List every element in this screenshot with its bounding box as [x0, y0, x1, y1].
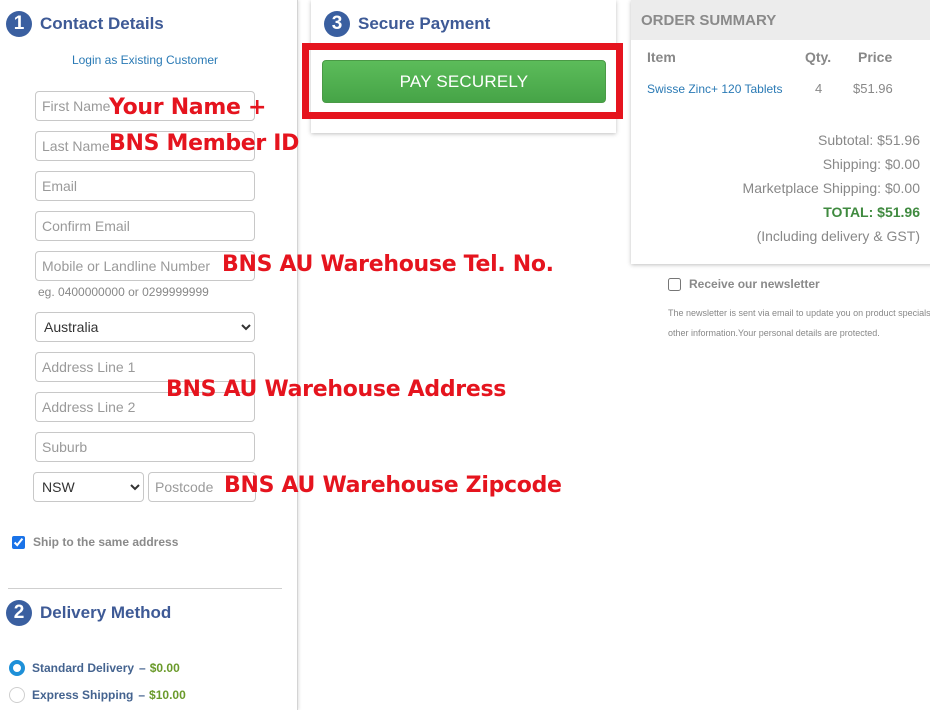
newsletter-note: The newsletter is sent via email to upda… — [668, 303, 930, 343]
delivery-option-label: Standard Delivery — [32, 661, 135, 675]
newsletter-option[interactable]: Receive our newsletter — [668, 277, 820, 291]
suburb-input[interactable] — [35, 432, 255, 462]
newsletter-note-line-2: other information.Your personal details … — [668, 328, 880, 338]
tax-note: (Including delivery & GST) — [756, 228, 920, 244]
column-header-item: Item — [647, 49, 676, 65]
contact-details-header: 1 Contact Details — [6, 11, 164, 37]
email-input[interactable] — [35, 171, 255, 201]
delivery-option-price: $10.00 — [149, 688, 186, 702]
delivery-option-label: Express Shipping — [32, 688, 134, 702]
newsletter-note-line-1: The newsletter is sent via email to upda… — [668, 308, 930, 318]
subtotal: Subtotal: $51.96 — [818, 132, 920, 148]
order-item-qty: 4 — [815, 81, 823, 96]
contact-details-title: Contact Details — [40, 14, 164, 33]
newsletter-checkbox[interactable] — [668, 277, 681, 291]
step-3-badge: 3 — [324, 11, 350, 37]
annotation-tel-no: BNS AU Warehouse Tel. No. — [222, 252, 554, 277]
order-summary-title: ORDER SUMMARY — [631, 0, 930, 40]
annotation-zipcode: BNS AU Warehouse Zipcode — [224, 473, 562, 498]
order-summary-panel: ORDER SUMMARY Item Qty. Price Swisse Zin… — [631, 0, 930, 264]
delivery-method-header: 2 Delivery Method — [6, 600, 171, 626]
phone-hint: eg. 0400000000 or 0299999999 — [38, 285, 209, 299]
ship-same-address-checkbox[interactable] — [12, 535, 25, 549]
dash-separator: – — [139, 661, 146, 675]
login-existing-customer-link[interactable]: Login as Existing Customer — [0, 53, 290, 67]
annotation-your-name: Your Name + — [109, 95, 267, 120]
newsletter-label: Receive our newsletter — [689, 277, 820, 291]
radio-selected-icon[interactable] — [9, 660, 25, 676]
annotation-member-id: BNS Member ID — [109, 131, 300, 156]
country-select[interactable]: Australia — [35, 312, 255, 342]
step-1-badge: 1 — [6, 11, 32, 37]
annotation-address: BNS AU Warehouse Address — [166, 377, 507, 402]
step-2-badge: 2 — [6, 600, 32, 626]
secure-payment-title: Secure Payment — [358, 14, 491, 33]
marketplace-shipping-cost: Marketplace Shipping: $0.00 — [742, 180, 920, 196]
confirm-email-input[interactable] — [35, 211, 255, 241]
ship-same-address-label: Ship to the same address — [33, 535, 179, 549]
delivery-option-express[interactable]: Express Shipping – $10.00 — [9, 687, 186, 703]
section-divider — [8, 588, 282, 589]
column-header-price: Price — [858, 49, 893, 65]
order-item-name-link[interactable]: Swisse Zinc+ 120 Tablets — [647, 82, 783, 96]
state-select[interactable]: NSW — [33, 472, 144, 502]
order-totals: Subtotal: $51.96 Shipping: $0.00 Marketp… — [743, 128, 920, 248]
order-item-price: $51.96 — [853, 81, 893, 96]
ship-same-address-option[interactable]: Ship to the same address — [12, 535, 178, 549]
pay-securely-button[interactable]: PAY SECURELY — [322, 60, 606, 103]
delivery-option-price: $0.00 — [149, 661, 180, 675]
delivery-method-title: Delivery Method — [40, 603, 172, 622]
column-header-qty: Qty. — [805, 49, 832, 65]
dash-separator: – — [138, 688, 146, 702]
shipping-cost: Shipping: $0.00 — [822, 156, 920, 172]
delivery-option-standard[interactable]: Standard Delivery – $0.00 — [9, 660, 180, 676]
radio-unselected-icon[interactable] — [9, 687, 25, 703]
secure-payment-header: 3 Secure Payment — [324, 11, 490, 37]
order-total: TOTAL: $51.96 — [823, 204, 920, 220]
